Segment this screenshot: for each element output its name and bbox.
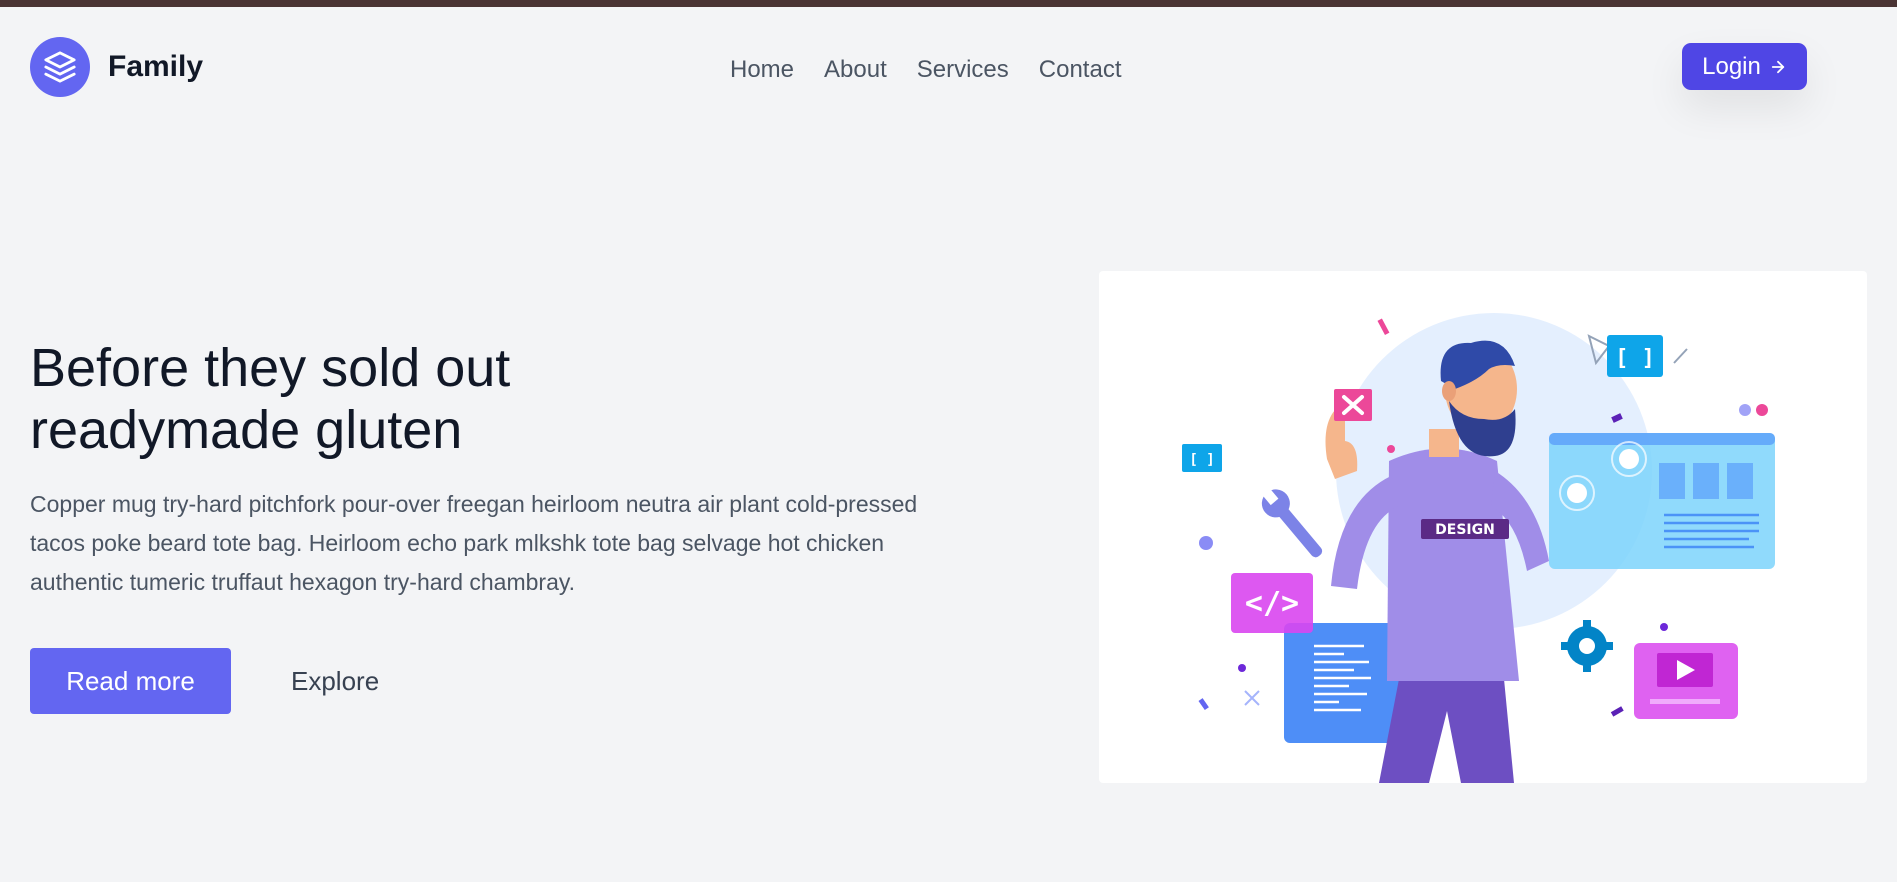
site-header: Family Home About Services Contact Login bbox=[0, 7, 1897, 129]
confetti bbox=[1244, 690, 1260, 706]
bracket-badge-glyph: [ ] bbox=[1189, 452, 1214, 468]
confetti bbox=[1199, 536, 1213, 550]
video-progress bbox=[1650, 699, 1720, 704]
confetti bbox=[1198, 698, 1209, 711]
person-legs bbox=[1379, 679, 1514, 783]
panel-tile bbox=[1727, 463, 1753, 499]
hero-description: Copper mug try-hard pitchfork pour-over … bbox=[30, 491, 918, 595]
bracket-badge-glyph: [ ] bbox=[1615, 346, 1655, 371]
person-neck bbox=[1429, 429, 1459, 457]
nav-contact[interactable]: Contact bbox=[1039, 56, 1122, 84]
wrench-icon bbox=[1261, 487, 1323, 558]
explore-button[interactable]: Explore bbox=[273, 648, 397, 714]
confetti bbox=[1387, 445, 1395, 453]
gear-icon bbox=[1561, 620, 1613, 672]
touch-panel-header bbox=[1549, 433, 1775, 445]
confetti bbox=[1739, 404, 1751, 416]
panel-tile bbox=[1659, 463, 1685, 499]
nav-services[interactable]: Services bbox=[917, 56, 1009, 84]
confetti bbox=[1660, 623, 1668, 631]
confetti bbox=[1756, 404, 1768, 416]
confetti bbox=[1238, 664, 1246, 672]
hero-title-line-2: readymade gluten bbox=[30, 400, 463, 460]
design-badge-text: DESIGN bbox=[1435, 522, 1495, 538]
login-button[interactable]: Login bbox=[1682, 43, 1807, 90]
nav-home[interactable]: Home bbox=[730, 56, 794, 84]
confetti bbox=[1377, 318, 1390, 336]
login-label: Login bbox=[1702, 52, 1761, 80]
hero-illustration: [ ] [ ] DESIGN </> bbox=[1099, 271, 1867, 783]
confetti bbox=[1673, 348, 1688, 364]
panel-tile bbox=[1693, 463, 1719, 499]
confetti bbox=[1610, 706, 1624, 717]
hero-title: Before they sold out readymade gluten bbox=[30, 337, 730, 461]
code-tag-glyph: </> bbox=[1245, 586, 1299, 621]
nav-about[interactable]: About bbox=[824, 56, 887, 84]
person-ear bbox=[1442, 381, 1456, 401]
arrow-right-icon bbox=[1771, 60, 1785, 73]
brand-link[interactable]: Family bbox=[30, 37, 203, 97]
main-nav: Home About Services Contact bbox=[730, 56, 1122, 84]
layers-icon bbox=[30, 37, 90, 97]
top-border bbox=[0, 0, 1897, 7]
touch-point bbox=[1619, 449, 1639, 469]
brand-name: Family bbox=[108, 50, 204, 83]
read-more-button[interactable]: Read more bbox=[30, 648, 231, 714]
touch-point bbox=[1567, 483, 1587, 503]
hero-title-line-1: Before they sold out bbox=[30, 338, 511, 398]
hero-actions: Read more Explore bbox=[30, 648, 397, 714]
